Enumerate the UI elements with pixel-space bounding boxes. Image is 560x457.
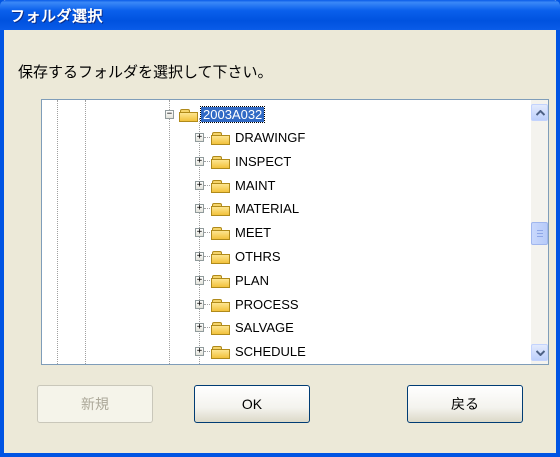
tree-node-label: 2003A032: [199, 106, 266, 123]
folder-select-dialog: フォルダ選択 保存するフォルダを選択して下さい。 − 2003A032 + DRA…: [0, 0, 560, 457]
tree-node-selected[interactable]: − 2003A032: [42, 106, 342, 126]
folder-icon: [211, 321, 231, 336]
expand-icon[interactable]: +: [195, 275, 204, 285]
expand-icon[interactable]: +: [195, 228, 204, 238]
folder-icon: [211, 250, 231, 264]
tree-node[interactable]: + DRAWINGF: [42, 129, 342, 149]
expand-icon[interactable]: +: [195, 252, 204, 261]
folder-icon: [211, 345, 231, 360]
tree-node-label: PROCESS: [235, 296, 299, 312]
folder-tree[interactable]: − 2003A032 + DRAWINGF + INSPECT + MAINT + MATER…: [41, 99, 549, 365]
folder-icon: [211, 131, 231, 145]
expand-icon[interactable]: +: [195, 323, 204, 333]
ok-button[interactable]: OK: [194, 385, 310, 423]
folder-icon: [211, 202, 231, 217]
scroll-up-arrow[interactable]: [531, 104, 548, 121]
folder-icon: [211, 226, 231, 241]
expand-icon[interactable]: +: [195, 204, 204, 214]
vertical-scrollbar[interactable]: [531, 100, 548, 364]
tree-node-label: SCHEDULE: [235, 344, 306, 360]
tree-node[interactable]: + PLAN: [42, 272, 342, 292]
tree-node[interactable]: + MATERIAL: [42, 200, 342, 220]
expand-icon[interactable]: +: [195, 299, 204, 309]
prompt-text: 保存するフォルダを選択して下さい。: [18, 63, 273, 81]
tree-node[interactable]: + SALVAGE: [42, 319, 342, 339]
folder-open-icon: [179, 108, 199, 122]
tree-node[interactable]: + SCHEDULE: [42, 343, 342, 363]
tree-node-label: INSPECT: [235, 153, 292, 169]
tree-node[interactable]: + MEET: [42, 224, 342, 244]
tree-node-label: MATERIAL: [235, 201, 300, 217]
folder-icon: [211, 274, 231, 288]
expand-icon[interactable]: +: [195, 156, 204, 166]
tree-node-label: DRAWINGF: [235, 130, 306, 145]
tree-node[interactable]: + MAINT: [42, 177, 342, 197]
tree-node[interactable]: + OTHRS: [42, 248, 342, 268]
expand-icon[interactable]: +: [195, 347, 204, 357]
folder-icon: [211, 179, 231, 193]
tree-node-label: MEET: [235, 225, 272, 241]
expand-icon[interactable]: +: [195, 180, 204, 190]
back-button[interactable]: 戻る: [407, 385, 523, 423]
tree-node-label: OTHRS: [235, 249, 281, 264]
collapse-icon[interactable]: −: [165, 110, 174, 119]
scroll-down-arrow[interactable]: [531, 344, 548, 361]
folder-icon: [211, 155, 231, 169]
new-button[interactable]: 新規: [37, 385, 153, 423]
tree-node-label: MAINT: [235, 177, 276, 193]
folder-icon: [211, 298, 231, 312]
title-bar[interactable]: フォルダ選択: [0, 0, 560, 30]
scroll-thumb[interactable]: [531, 221, 548, 245]
tree-node[interactable]: + PROCESS: [42, 296, 342, 316]
tree-node[interactable]: + INSPECT: [42, 153, 342, 173]
window-title: フォルダ選択: [10, 7, 104, 25]
tree-node-label: SALVAGE: [235, 320, 294, 336]
expand-icon[interactable]: +: [195, 133, 204, 142]
tree-node-label: PLAN: [235, 272, 269, 288]
